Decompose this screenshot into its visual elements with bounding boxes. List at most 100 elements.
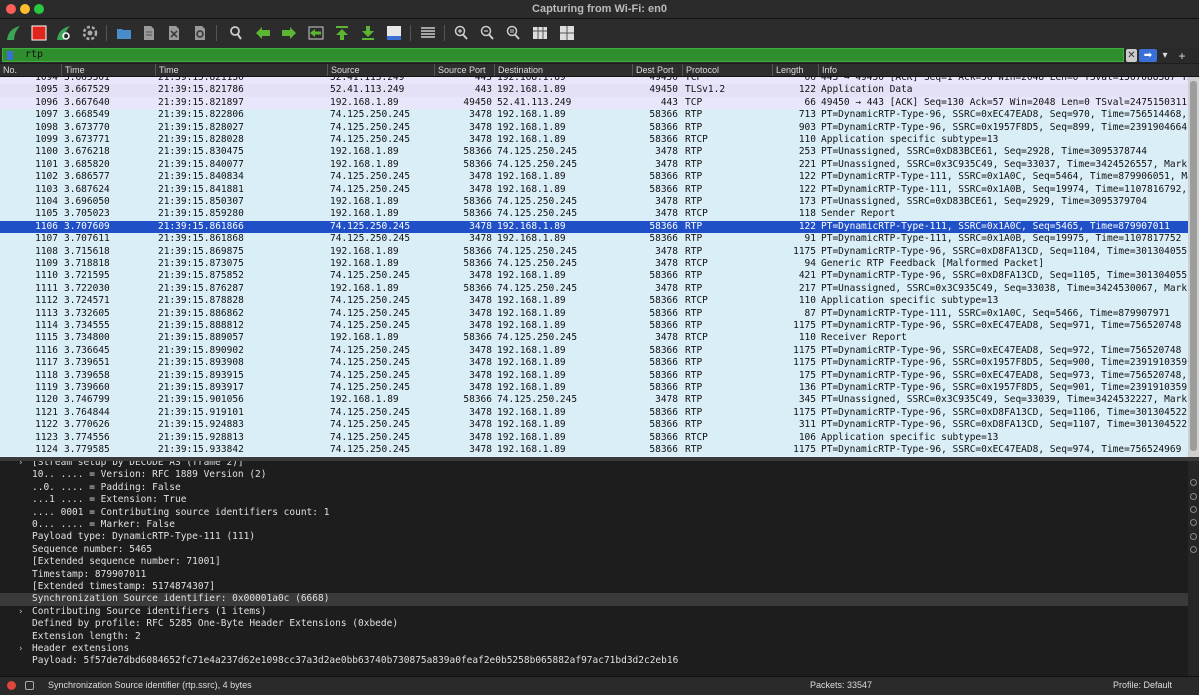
zoom-in-icon[interactable] — [451, 23, 471, 43]
go-to-packet-icon[interactable] — [306, 23, 326, 43]
save-file-icon[interactable] — [139, 23, 159, 43]
packet-cell-proto: RTP — [685, 171, 703, 183]
filter-dropdown-icon[interactable]: ▾ — [1159, 49, 1171, 62]
detail-tree-field[interactable]: 0... .... = Marker: False — [0, 519, 1188, 531]
apply-filter-icon[interactable]: ➡ — [1139, 49, 1157, 62]
detail-tree-field[interactable]: Payload: 5f57de7dbd6084652fc71e4a237d62e… — [0, 655, 1188, 667]
detail-tree-field[interactable]: ..0. .... = Padding: False — [0, 482, 1188, 494]
column-header-length[interactable]: Length — [772, 64, 818, 76]
capture-options-icon[interactable] — [80, 23, 100, 43]
detail-tree-field[interactable]: Payload type: DynamicRTP-Type-111 (111) — [0, 531, 1188, 543]
expand-chevron-icon[interactable]: › — [18, 606, 23, 618]
packet-row[interactable]: 1123 3.774556 21:39:15.928813 74.125.250.24… — [0, 431, 1188, 444]
status-profile[interactable]: Profile: Default — [1113, 680, 1172, 690]
packet-row[interactable]: 1122 3.770626 21:39:15.924883 74.125.250.24… — [0, 419, 1188, 432]
expert-info-icon[interactable] — [7, 681, 16, 690]
expand-chevron-icon[interactable]: › — [18, 643, 23, 655]
normal-size-icon[interactable] — [503, 23, 523, 43]
detail-text: Payload: 5f57de7dbd6084652fc71e4a237d62e… — [32, 655, 679, 667]
packet-row[interactable]: 1102 3.686577 21:39:15.840834 74.125.250.24… — [0, 171, 1188, 184]
go-back-icon[interactable] — [253, 23, 273, 43]
packet-row[interactable]: 1117 3.739651 21:39:15.893908 74.125.250.24… — [0, 357, 1188, 370]
go-forward-icon[interactable] — [279, 23, 299, 43]
detail-tree-field[interactable]: [Extended sequence number: 71001] — [0, 556, 1188, 568]
start-capture-icon[interactable] — [4, 23, 24, 43]
detail-text: Extension length: 2 — [32, 630, 141, 642]
column-header-absolute-time[interactable]: Time — [155, 64, 327, 76]
auto-scroll-icon[interactable] — [384, 23, 404, 43]
detail-tree-field[interactable]: ...1 .... = Extension: True — [0, 494, 1188, 506]
expand-chevron-icon[interactable]: › — [18, 461, 23, 469]
packet-list-scroll-thumb[interactable] — [1190, 81, 1197, 451]
add-filter-button[interactable]: + — [1176, 49, 1188, 63]
packet-row[interactable]: 1111 3.722030 21:39:15.876287 192.168.1.89 5… — [0, 282, 1188, 296]
capture-comment-icon[interactable] — [25, 681, 34, 690]
packet-row[interactable]: 1112 3.724571 21:39:15.878828 74.125.250.24… — [0, 295, 1188, 308]
detail-tree-field[interactable]: Synchronization Source identifier: 0x000… — [0, 593, 1188, 606]
filter-bookmark-icon[interactable] — [7, 51, 13, 60]
column-header-time[interactable]: Time — [61, 64, 155, 76]
packet-row[interactable]: 1121 3.764844 21:39:15.919101 74.125.250.24… — [0, 406, 1188, 420]
column-header-no[interactable]: No. — [0, 64, 61, 76]
colorize-icon[interactable] — [418, 23, 438, 43]
packet-list-scrollbar[interactable] — [1188, 77, 1199, 457]
detail-tree-field[interactable]: Sequence number: 5465 — [0, 544, 1188, 556]
packet-row[interactable]: 1119 3.739660 21:39:15.893917 74.125.250.24… — [0, 382, 1188, 395]
column-header-info[interactable]: Info — [818, 64, 1199, 76]
packet-row[interactable]: 1101 3.685820 21:39:15.840077 192.168.1.89 5… — [0, 158, 1188, 172]
packet-row[interactable]: 1114 3.734555 21:39:15.888812 74.125.250.24… — [0, 320, 1188, 333]
detail-tree-field[interactable]: Defined by profile: RFC 5285 One-Byte He… — [0, 618, 1188, 630]
detail-tree-node[interactable]: › Header extensions — [0, 643, 1188, 655]
packet-row[interactable]: 1094 3.665301 21:39:15.821130 52.41.113.249… — [0, 77, 1188, 85]
packet-row[interactable]: 1099 3.673771 21:39:15.828028 74.125.250.24… — [0, 134, 1188, 147]
packet-row[interactable]: 1120 3.746799 21:39:15.901056 192.168.1.89 5… — [0, 394, 1188, 407]
packet-details-pane[interactable]: › [Stream setup by DECODE AS (frame 2)] 10… — [0, 461, 1188, 676]
display-filter-input[interactable]: rtp — [2, 48, 1124, 62]
packet-list[interactable]: 1094 3.665301 21:39:15.821130 52.41.113.249… — [0, 77, 1188, 457]
column-header-source-port[interactable]: Source Port — [434, 64, 494, 76]
packet-row[interactable]: 1116 3.736645 21:39:15.890902 74.125.250.24… — [0, 344, 1188, 358]
column-header-source[interactable]: Source — [327, 64, 434, 76]
packet-row[interactable]: 1109 3.718818 21:39:15.873075 192.168.1.89 5… — [0, 258, 1188, 271]
packet-row-selected[interactable]: 1106 3.707609 21:39:15.861866 74.125.250.24… — [0, 220, 1188, 234]
stop-capture-icon[interactable] — [29, 23, 49, 43]
packet-row[interactable]: 1113 3.732605 21:39:15.886862 74.125.250.24… — [0, 307, 1188, 320]
column-header-protocol[interactable]: Protocol — [682, 64, 772, 76]
packet-row[interactable]: 1103 3.687624 21:39:15.841881 74.125.250.24… — [0, 183, 1188, 196]
go-first-icon[interactable] — [332, 23, 352, 43]
detail-tree-field[interactable]: Timestamp: 879907011 — [0, 569, 1188, 581]
packet-row[interactable]: 1104 3.696050 21:39:15.850307 192.168.1.89 5… — [0, 196, 1188, 209]
resize-columns-icon[interactable] — [530, 23, 550, 43]
detail-tree-field[interactable]: 10.. .... = Version: RFC 1889 Version (2… — [0, 469, 1188, 481]
packet-cell-abs: 21:39:15.876287 — [158, 282, 244, 294]
packet-row[interactable]: 1095 3.667529 21:39:15.821786 52.41.113.249… — [0, 84, 1188, 97]
packet-row[interactable]: 1124 3.779585 21:39:15.933842 74.125.250.24… — [0, 444, 1188, 457]
packet-row[interactable]: 1098 3.673770 21:39:15.828027 74.125.250.24… — [0, 121, 1188, 134]
packet-row[interactable]: 1115 3.734800 21:39:15.889057 192.168.1.89 5… — [0, 332, 1188, 345]
close-file-icon[interactable] — [164, 23, 184, 43]
packet-row[interactable]: 1107 3.707611 21:39:15.861868 74.125.250.24… — [0, 233, 1188, 246]
find-packet-icon[interactable] — [226, 23, 246, 43]
detail-tree-node[interactable]: › Contributing Source identifiers (1 item… — [0, 606, 1188, 618]
column-header-dest-port[interactable]: Dest Port — [632, 64, 682, 76]
detail-tree-node[interactable]: › [Stream setup by DECODE AS (frame 2)] — [0, 461, 1188, 469]
column-header-destination[interactable]: Destination — [494, 64, 632, 76]
detail-tree-field[interactable]: Extension length: 2 — [0, 631, 1188, 643]
packet-row[interactable]: 1105 3.705023 21:39:15.859280 192.168.1.89 5… — [0, 208, 1188, 221]
detail-tree-field[interactable]: .... 0001 = Contributing source identifi… — [0, 507, 1188, 519]
zoom-out-icon[interactable] — [477, 23, 497, 43]
packet-row[interactable]: 1100 3.676218 21:39:15.830475 192.168.1.89 5… — [0, 146, 1188, 159]
packet-row[interactable]: 1110 3.721595 21:39:15.875852 74.125.250.24… — [0, 270, 1188, 283]
packet-row[interactable]: 1118 3.739658 21:39:15.893915 74.125.250.24… — [0, 369, 1188, 382]
reload-file-icon[interactable] — [190, 23, 210, 43]
packet-row[interactable]: 1108 3.715618 21:39:15.869875 192.168.1.89 5… — [0, 245, 1188, 258]
layout-icon[interactable] — [557, 23, 577, 43]
packet-row[interactable]: 1096 3.667640 21:39:15.821897 192.168.1.89 4… — [0, 96, 1188, 110]
packet-cell-dp: 3478 — [655, 332, 678, 344]
detail-tree-field[interactable]: [Extended timestamp: 5174874307] — [0, 581, 1188, 593]
go-last-icon[interactable] — [358, 23, 378, 43]
clear-filter-icon[interactable]: ✕ — [1126, 49, 1137, 62]
packet-row[interactable]: 1097 3.668549 21:39:15.822806 74.125.250.24… — [0, 109, 1188, 122]
restart-capture-icon[interactable] — [54, 23, 74, 43]
open-file-icon[interactable] — [114, 23, 134, 43]
